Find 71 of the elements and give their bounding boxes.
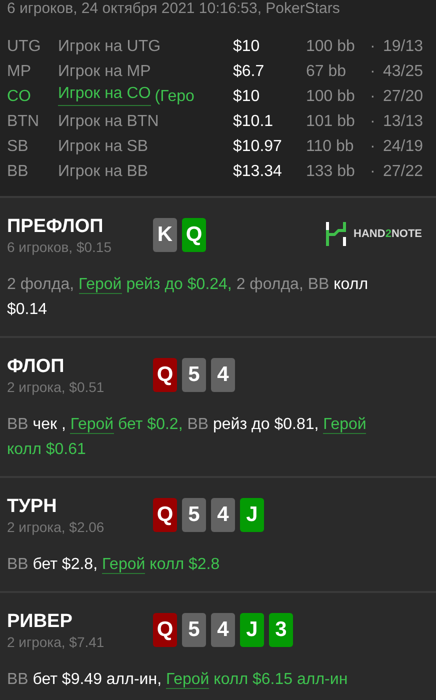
stack-in-bb: 110 bb [306, 137, 355, 157]
hero-label: (Геро [154, 87, 194, 107]
player-stack: $10.97 [233, 137, 283, 157]
logo-icon [326, 222, 346, 246]
player-stack: $10 [233, 87, 261, 107]
player-position: UTG [7, 37, 42, 57]
player-stats: 19/13 [383, 37, 424, 57]
player-stack: $10.1 [233, 112, 274, 132]
hero-link[interactable]: Герой [102, 556, 146, 574]
street-summary: 2 игрока, $7.41 [7, 633, 106, 651]
player-stats: 27/22 [383, 162, 424, 182]
playing-card: 4 [211, 358, 235, 392]
separator-dot: · [370, 87, 376, 107]
action-line: 2 фолда, Герой рейз до $0.24, 2 фолда, BB колл $0.14 [7, 275, 370, 320]
player-position: CO [7, 87, 32, 107]
street-title: ТУРН [7, 496, 58, 518]
player-name: Игрок на BTN [58, 112, 159, 132]
player-name: Игрок на UTG [58, 37, 161, 57]
hero-link[interactable]: Герой [70, 416, 114, 434]
playing-card: Q [153, 498, 177, 532]
street-summary: 2 игрока, $0.51 [7, 378, 106, 396]
street-summary: 6 игроков, $0.15 [7, 238, 112, 256]
playing-card: 3 [269, 613, 293, 647]
stack-in-bb: 133 bb [306, 162, 356, 182]
playing-card: 5 [182, 498, 206, 532]
player-name: Игрок на BB [58, 162, 148, 182]
player-position: BB [7, 162, 30, 182]
logo-text: HAND2NOTE [354, 228, 422, 240]
player-position: BTN [7, 112, 40, 132]
action-line: BB бет $9.49 алл-ин, Герой колл $6.15 алл-ин [7, 670, 349, 691]
street-title: ПРЕФЛОП [7, 216, 104, 238]
player-stats: 13/13 [383, 112, 424, 132]
separator-dot: · [370, 137, 376, 157]
playing-card: 4 [211, 613, 235, 647]
separator-dot: · [370, 162, 376, 182]
player-stats: 43/25 [383, 62, 424, 82]
stack-in-bb: 100 bb [306, 87, 356, 107]
player-stats: 24/19 [383, 137, 424, 157]
separator-dot: · [370, 37, 376, 57]
playing-card: 5 [182, 358, 206, 392]
action-line: BB чек , Герой бет $0.2, BB рейз до $0.81, Герой колл $0.61 [7, 415, 368, 460]
playing-card: K [153, 218, 177, 252]
hero-link[interactable]: Герой [323, 416, 366, 434]
action-line: BB бет $2.8, Герой колл $2.8 [7, 555, 221, 576]
street-title: РИВЕР [7, 611, 74, 633]
hand-info: 6 игроков, 24 октября 2021 10:16:53, PokerStars [7, 0, 341, 18]
playing-card: Q [153, 358, 177, 392]
hero-link[interactable]: Герой [78, 276, 122, 294]
player-name-link[interactable]: Игрок на CO [58, 84, 151, 106]
street-summary: 2 игрока, $2.06 [7, 518, 106, 536]
player-position: SB [7, 137, 30, 157]
player-name: Игрок на SB [58, 137, 148, 157]
playing-card: Q [153, 613, 177, 647]
playing-card: 5 [182, 613, 206, 647]
stack-in-bb: 67 bb [306, 62, 348, 82]
player-stack: $6.7 [233, 62, 266, 82]
street-title: ФЛОП [7, 356, 66, 378]
player-stats: 27/20 [383, 87, 424, 107]
separator-dot: · [370, 62, 376, 82]
playing-card: J [240, 613, 264, 647]
playing-card: Q [182, 218, 206, 252]
hero-link[interactable]: Герой [166, 671, 210, 689]
player-stack: $13.34 [233, 162, 283, 182]
playing-card: 4 [211, 498, 235, 532]
playing-card: J [240, 498, 264, 532]
stack-in-bb: 100 bb [306, 37, 356, 57]
separator-dot: · [370, 112, 376, 132]
player-name: Игрок на MP [58, 62, 151, 82]
player-stack: $10 [233, 37, 261, 57]
stack-in-bb: 101 bb [306, 112, 356, 132]
player-position: MP [7, 62, 32, 82]
